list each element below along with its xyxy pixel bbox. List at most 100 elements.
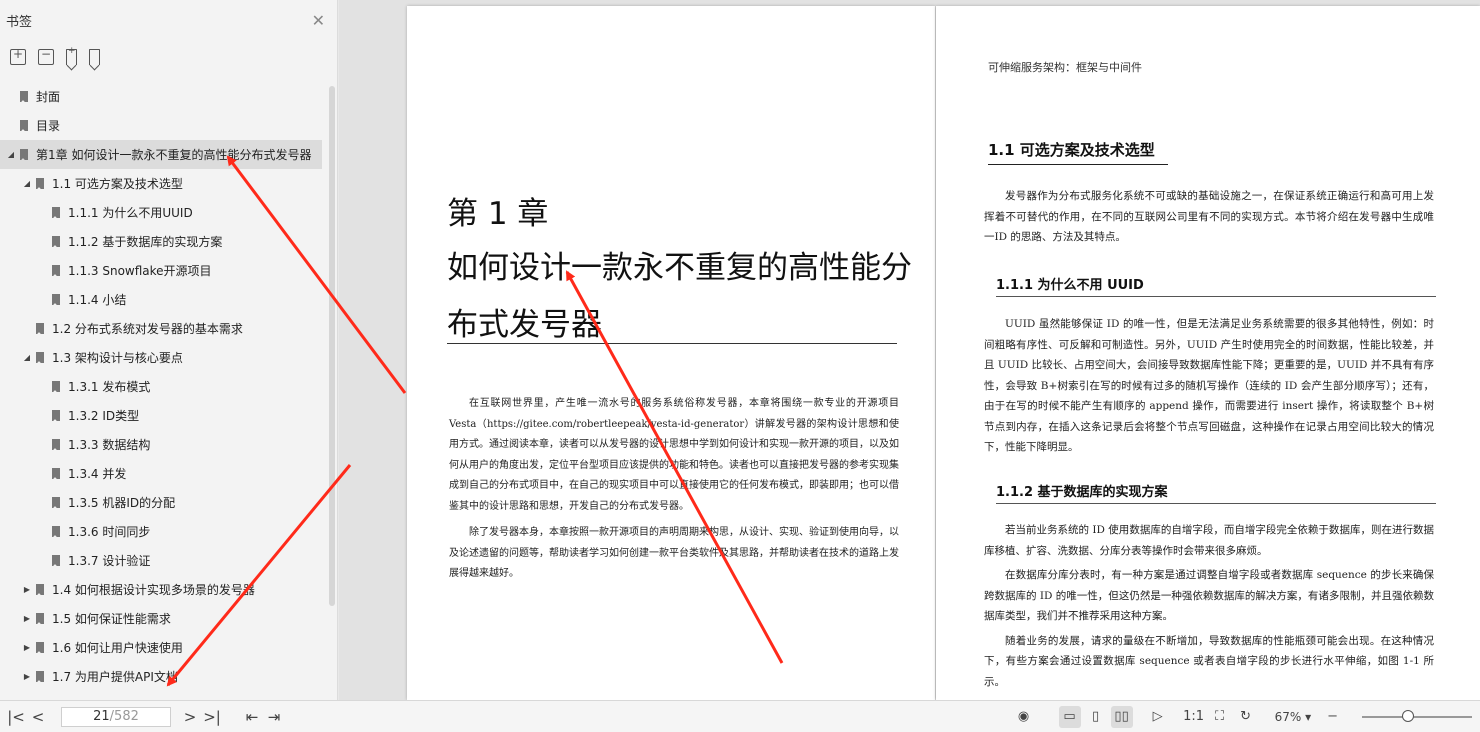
bookmark-item[interactable]: ◢ 1.3 架构设计与核心要点 [0,343,328,372]
bookmark-item[interactable]: 1.1.3 Snowflake开源项目 [0,256,328,285]
bookmark-icon [36,671,44,682]
back-icon[interactable]: ⇤ [241,706,263,728]
expand-arrow-icon[interactable]: ▶ [22,585,32,594]
bookmark-icon [52,526,60,537]
zoom-select[interactable]: 67% ▾ [1275,710,1312,724]
play-icon[interactable]: ▷ [1147,706,1169,728]
bookmark-label: 1.1.2 基于数据库的实现方案 [68,235,223,249]
forward-icon[interactable]: ⇥ [263,706,285,728]
fit-page-icon[interactable]: ⛶ [1209,706,1231,728]
document-view[interactable]: 第 1 章 如何设计一款永不重复的高性能分布式发号器 在互联网世界里，产生唯一流… [339,0,1480,700]
page-right: 可伸缩服务架构：框架与中间件 1.1 可选方案及技术选型 发号器作为分布式服务化… [936,6,1480,700]
bookmark-icon [36,613,44,624]
bookmark-item[interactable]: 1.1.4 小结 [0,285,328,314]
bookmark-icon [36,642,44,653]
bookmark-label: 1.3.4 并发 [68,467,127,481]
bookmark-icon[interactable] [89,49,100,65]
bookmark-item[interactable]: 1.3.4 并发 [0,459,328,488]
zoom-out-icon[interactable]: − [1327,709,1338,724]
page-left: 第 1 章 如何设计一款永不重复的高性能分布式发号器 在互联网世界里，产生唯一流… [407,6,935,700]
collapse-arrow-icon[interactable]: ◢ [22,179,32,188]
zoom-slider-knob[interactable] [1402,709,1414,722]
bookmark-item[interactable]: 1.2 分布式系统对发号器的基本需求 [0,314,328,343]
continuous-view-icon[interactable]: ▯ [1085,706,1107,728]
collapse-all-icon[interactable] [38,47,54,65]
next-page-icon[interactable]: > [179,706,201,728]
prev-page-icon[interactable]: < [27,706,49,728]
collapse-arrow-icon[interactable]: ◢ [22,353,32,362]
bookmark-label: 1.1.1 为什么不用UUID [68,206,193,220]
bookmark-item[interactable]: 1.3.5 机器ID的分配 [0,488,328,517]
bookmark-label: 1.3.2 ID类型 [68,409,140,423]
single-page-view-icon[interactable]: ▭ [1058,705,1081,728]
bookmark-item[interactable]: 1.3.1 发布模式 [0,372,328,401]
bookmark-item[interactable]: 1.1.1 为什么不用UUID [0,198,328,227]
expand-arrow-icon[interactable]: ▶ [22,643,32,652]
bookmark-item[interactable]: ▶ 1.5 如何保证性能需求 [0,604,328,633]
bookmark-item[interactable]: 1.3.2 ID类型 [0,401,328,430]
bookmark-item[interactable]: 1.3.7 设计验证 [0,546,328,575]
zoom-slider[interactable] [1362,709,1472,722]
bookmark-item[interactable]: 封面 [0,82,328,111]
bookmark-icon [36,584,44,595]
view-toolbar: ◉ ▭ ▯ ▯▯ ▷ 1:1 ⛶ ↻ 67% ▾ − [1013,705,1480,728]
paragraph: UUID 虽然能够保证 ID 的唯一性，但是无法满足业务系统需要的很多其他特性，… [984,318,1434,453]
page-number-input[interactable]: 21/582 [61,706,171,727]
paragraph: 随着业务的发展，请求的量级在不断增加，导致数据库的性能瓶颈可能会出现。在这种情况… [984,634,1434,688]
paragraph: 发号器作为分布式服务化系统不可或缺的基础设施之一，在保证系统正确运行和高可用上发… [984,190,1434,243]
bookmark-item[interactable]: ▶ 1.6 如何让用户快速使用 [0,633,328,662]
bookmark-label: 1.2 分布式系统对发号器的基本需求 [52,322,243,336]
close-icon[interactable]: ✕ [312,11,325,30]
bookmark-label: 1.1 可选方案及技术选型 [52,177,183,191]
last-page-icon[interactable]: >| [201,706,223,728]
bookmark-icon [52,381,60,392]
bookmark-icon [20,120,28,131]
bookmark-icon [52,207,60,218]
bookmark-item[interactable]: 1.3.3 数据结构 [0,430,328,459]
bookmark-label: 1.3.6 时间同步 [68,525,151,539]
intro-paragraph: 在互联网世界里，产生唯一流水号的服务系统俗称发号器，本章将围绕一款专业的开源项目… [449,398,899,512]
paragraph: 若当前业务系统的 ID 使用数据库的自增字段，而自增字段完全依赖于数据库，则在进… [984,524,1434,557]
bookmark-toolbar [0,40,337,74]
bookmark-icon [52,265,60,276]
bookmark-icon [20,149,28,160]
total-pages: /582 [109,709,139,724]
two-page-view-icon[interactable]: ▯▯ [1110,705,1133,728]
eye-protection-icon[interactable]: ◉ [1013,706,1035,728]
bookmark-item[interactable]: 目录 [0,111,328,140]
subsection-title-uuid: 1.1.1 为什么不用 UUID [996,274,1436,297]
bookmark-panel: 书签 ✕ 封面目录 ◢ 第1章 如何设计一款永不重复的高性能分布式发号器 ◢ 1.1 可… [0,0,338,700]
expand-arrow-icon[interactable]: ▶ [22,614,32,623]
bookmark-label: 封面 [36,90,61,104]
bookmark-item[interactable]: ◢ 第1章 如何设计一款永不重复的高性能分布式发号器 [0,140,322,169]
pdf-reader-window: 书签 ✕ 封面目录 ◢ 第1章 如何设计一款永不重复的高性能分布式发号器 ◢ 1.1 可… [0,0,1480,732]
subsection-title-db: 1.1.2 基于数据库的实现方案 [996,481,1436,504]
bookmark-label: 1.3.3 数据结构 [68,438,151,452]
expand-arrow-icon[interactable]: ▶ [22,672,32,681]
bookmark-icon [52,294,60,305]
expand-all-icon[interactable] [10,47,26,65]
bookmark-label: 1.3.1 发布模式 [68,380,151,394]
bookmark-icon [36,352,44,363]
running-head: 可伸缩服务架构：框架与中间件 [988,61,1142,74]
section-intro: 发号器作为分布式服务化系统不可或缺的基础设施之一，在保证系统正确运行和高可用上发… [984,186,1434,248]
actual-size-icon[interactable]: 1:1 [1183,706,1205,728]
bookmark-item[interactable]: 1.1.2 基于数据库的实现方案 [0,227,328,256]
bookmark-icon [52,497,60,508]
bookmark-label: 1.3 架构设计与核心要点 [52,351,183,365]
bookmark-item[interactable]: ▶ 1.4 如何根据设计实现多场景的发号器 [0,575,328,604]
bookmark-scrollbar[interactable] [329,86,335,606]
bookmark-item[interactable]: ▶ 1.7 为用户提供API文档 [0,662,328,691]
subsection-body-uuid: UUID 虽然能够保证 ID 的唯一性，但是无法满足业务系统需要的很多其他特性，… [984,314,1434,458]
bookmark-item[interactable]: ◢ 1.1 可选方案及技术选型 [0,169,328,198]
bookmark-panel-title: 书签 [6,14,33,30]
rotate-icon[interactable]: ↻ [1235,706,1257,728]
bookmark-label: 1.1.4 小结 [68,293,127,307]
bookmark-item[interactable]: 1.3.6 时间同步 [0,517,328,546]
intro-paragraph: 除了发号器本身，本章按照一款开源项目的声明周期来构思，从设计、实现、验证到使用向… [449,527,899,579]
add-bookmark-icon[interactable] [66,46,77,65]
subsection-body-db: 若当前业务系统的 ID 使用数据库的自增字段，而自增字段完全依赖于数据库，则在进… [984,520,1434,692]
bookmark-label: 1.5 如何保证性能需求 [52,612,171,626]
first-page-icon[interactable]: |< [5,706,27,728]
collapse-arrow-icon[interactable]: ◢ [6,150,16,159]
